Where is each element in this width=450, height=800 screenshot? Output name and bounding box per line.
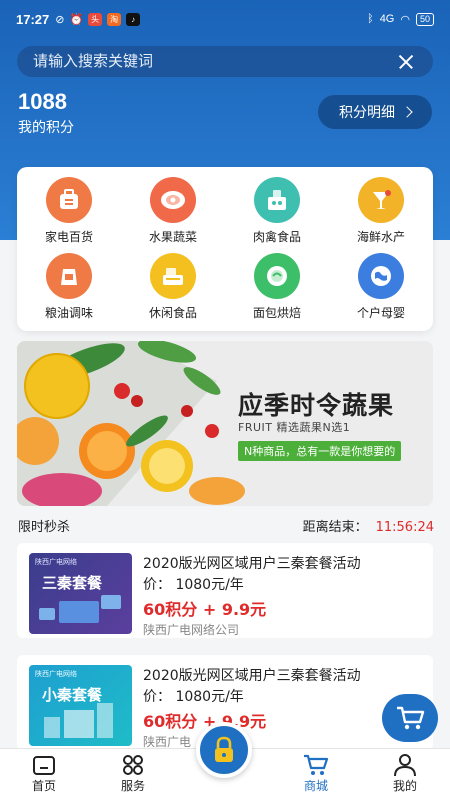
points-detail-button[interactable]: 积分明细 [318,95,432,129]
product-points-price: 60积分 + 9.9元 [143,600,267,619]
category-label: 家电百货 [44,230,93,244]
category-item[interactable]: 个户母婴 [329,253,433,323]
category-label: 面包烘焙 [252,306,301,320]
category-item[interactable]: 面包烘焙 [225,253,329,323]
cart-icon [304,754,329,775]
close-icon[interactable] [395,51,417,73]
points-value: 1088 [18,89,67,114]
category-item[interactable]: 休闲食品 [121,253,225,323]
product-title: 2020版光网区域用户三秦套餐活动 [143,556,361,572]
floating-cart-button[interactable] [382,694,438,742]
status-right: ᛒ 4G ◠ 50 [367,12,434,26]
tab-label: 商城 [303,779,328,793]
tab-mall[interactable]: 商城 [276,753,356,794]
food-box-icon [254,177,300,223]
category-label: 粮油调味 [44,306,93,320]
category-label: 个户母婴 [356,306,405,320]
grid-icon [123,755,143,775]
drink-icon [358,177,404,223]
tab-home[interactable]: 首页 [4,753,84,794]
product-title: 2020版光网区域用户三秦套餐活动 [143,668,361,684]
city-illustration [44,703,113,738]
product-card[interactable]: 陕西广电网络 三秦套餐 2020版光网区域用户三秦套餐活动 价： 1080元/年… [17,543,433,638]
banner-subtitle: FRUIT 精选蔬果N选1 [238,421,351,434]
points-label: 我的积分 [18,120,74,136]
cellular-signal-icon: 4G [379,13,395,25]
app-notification-icon: 头 [88,12,103,26]
countdown: 距离结束： 11:56:24 [303,516,434,535]
category-item[interactable]: 家电百货 [17,177,121,247]
category-item[interactable]: 海鲜水产 [329,177,433,247]
product-price: 价： 1080元/年 [143,689,244,705]
banner-title: 应季时令蔬果 [238,391,395,420]
lock-icon [215,736,233,762]
product-thumbnail: 陕西广电网络 小秦套餐 [29,665,132,746]
home-icon [33,756,55,775]
network-illustration [39,595,121,623]
alarm-icon: ⏰ [69,13,84,26]
appliance-icon [46,177,92,223]
points-detail-label: 积分明细 [339,105,395,121]
countdown-label: 距离结束： [302,520,368,535]
countdown-time: 11:56:24 [375,520,434,535]
fruit-illustration [17,341,433,506]
category-label: 海鲜水产 [356,230,405,244]
bluetooth-icon: ᛒ [367,13,374,25]
rice-bag-icon [46,253,92,299]
search-bar[interactable] [17,46,433,77]
product-price: 价： 1080元/年 [143,577,244,593]
banner-tagline: N种商品，总有一款是你想要的 [238,441,402,461]
tiktok-icon: ♪ [126,12,141,26]
tab-label: 我的 [392,779,417,793]
mute-icon: ⊘ [55,13,65,26]
tab-mine[interactable]: 我的 [365,753,445,794]
taobao-icon: 淘 [107,12,122,26]
chevron-right-icon [401,106,413,118]
tab-service[interactable]: 服务 [93,753,173,794]
globe-icon [358,253,404,299]
lock-button[interactable] [196,722,252,778]
meat-fruit-icon [150,177,196,223]
status-app-icons: ⊘ ⏰ 头 淘 ♪ [55,12,141,26]
flash-sale-title: 限时秒杀 [18,520,71,535]
tab-label: 服务 [120,779,145,793]
category-label: 休闲食品 [148,306,197,320]
category-item[interactable]: 肉禽食品 [225,177,329,247]
category-item[interactable]: 粮油调味 [17,253,121,323]
flash-sale-header: 限时秒杀 距离结束： 11:56:24 [18,516,434,535]
battery-icon: 50 [415,12,434,26]
search-input[interactable] [33,53,395,70]
tab-label: 首页 [31,779,56,793]
category-label: 水果蔬菜 [148,230,197,244]
promo-banner[interactable]: 应季时令蔬果 FRUIT 精选蔬果N选1 N种商品，总有一款是你想要的 [17,341,433,506]
user-icon [394,754,416,777]
category-grid: 家电百货 水果蔬菜 肉禽食品 海鲜水产 粮油调味 休闲食品 面包烘焙 个户母婴 [17,167,433,331]
bread-icon [254,253,300,299]
status-bar: 17:27 ⊘ ⏰ 头 淘 ♪ ᛒ 4G ◠ 50 [0,0,450,38]
status-time: 17:27 [16,11,50,27]
cart-icon [397,706,425,730]
category-label: 肉禽食品 [252,230,301,244]
product-thumbnail: 陕西广电网络 三秦套餐 [29,553,132,634]
category-item[interactable]: 水果蔬菜 [121,177,225,247]
wifi-icon: ◠ [400,13,410,26]
snack-icon [150,253,196,299]
product-seller: 陕西广电网络公司 [143,623,240,637]
